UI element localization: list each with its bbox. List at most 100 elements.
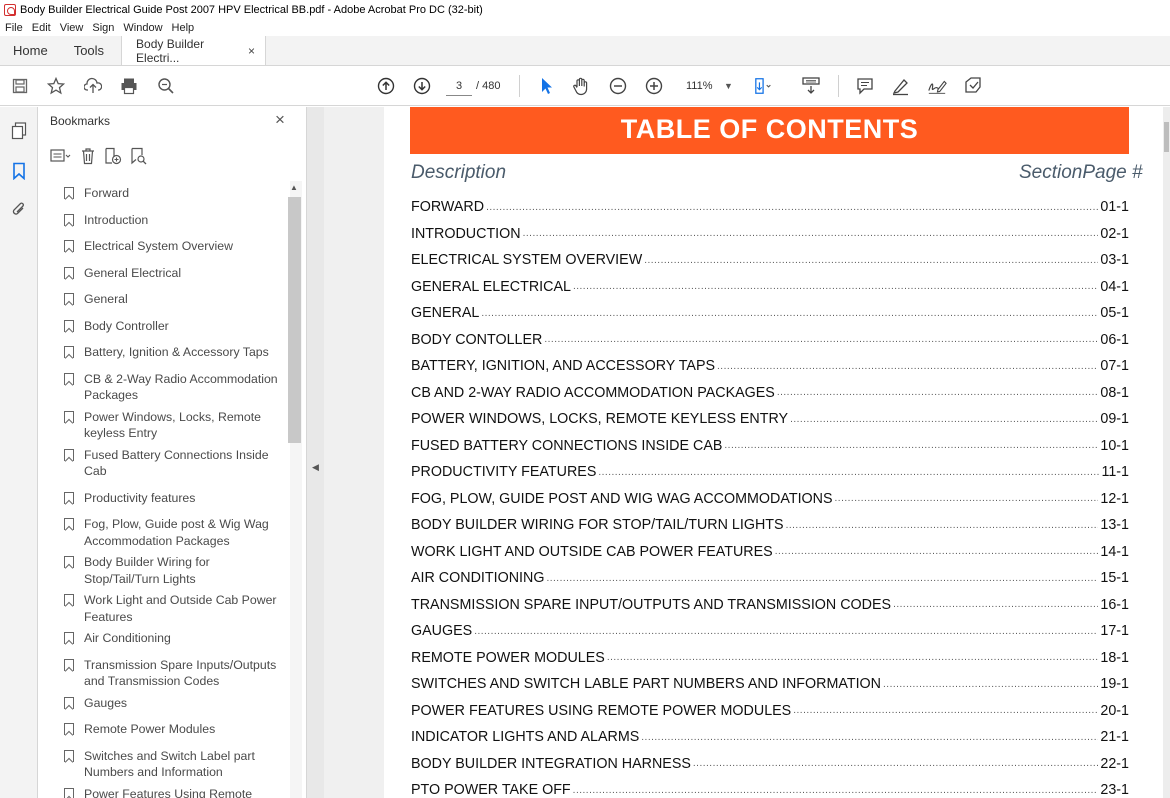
toc-entry[interactable]: FUSED BATTERY CONNECTIONS INSIDE CAB 10-1 — [411, 433, 1129, 460]
bookmark-item[interactable]: Power Windows, Locks, Remote keyless Ent… — [38, 404, 288, 442]
bookmark-item[interactable]: Transmission Spare Inputs/Outputs and Tr… — [38, 647, 288, 690]
print-icon[interactable] — [119, 76, 139, 96]
scroll-mode-icon[interactable] — [801, 76, 821, 96]
tab-home[interactable]: Home — [0, 36, 61, 65]
bookmark-item[interactable]: Battery, Ignition & Accessory Taps — [38, 334, 288, 361]
toc-entry[interactable]: WORK LIGHT AND OUTSIDE CAB POWER FEATURE… — [411, 539, 1129, 566]
bookmark-item[interactable]: Air Conditioning — [38, 625, 288, 647]
sign-icon[interactable] — [927, 76, 947, 96]
toc-entry-page: 14-1 — [1100, 543, 1129, 560]
bookmark-item[interactable]: CB & 2-Way Radio Accommodation Packages — [38, 361, 288, 404]
bookmark-item[interactable]: Body Builder Wiring for Stop/Tail/Turn L… — [38, 549, 288, 587]
toc-leader — [544, 335, 1098, 345]
toc-entry[interactable]: BODY BUILDER WIRING FOR STOP/TAIL/TURN L… — [411, 512, 1129, 539]
page-number-input[interactable]: 3 — [446, 76, 472, 96]
toc-leader — [607, 653, 1099, 663]
toc-entry[interactable]: FORWARD 01-1 — [411, 194, 1129, 221]
bookmarks-scroll-thumb[interactable] — [288, 197, 301, 443]
bookmark-item[interactable]: Productivity features — [38, 480, 288, 507]
tag-icon[interactable] — [963, 76, 983, 96]
collapse-panel-icon[interactable]: ◀ — [312, 462, 319, 473]
toc-entry[interactable]: REMOTE POWER MODULES 18-1 — [411, 645, 1129, 672]
document-scroll-thumb[interactable] — [1164, 122, 1169, 152]
next-page-icon[interactable] — [412, 76, 432, 96]
toc-entry-page: 22-1 — [1100, 755, 1129, 772]
toc-entry-page: 20-1 — [1100, 702, 1129, 719]
prev-page-icon[interactable] — [376, 76, 396, 96]
menu-window[interactable]: Window — [123, 22, 162, 34]
toc-entry-page: 10-1 — [1100, 437, 1129, 454]
menu-view[interactable]: View — [60, 22, 84, 34]
bookmark-item[interactable]: Power Features Using Remote Power Module… — [38, 781, 288, 798]
upload-icon[interactable] — [83, 76, 103, 96]
tab-document-label: Body Builder Electri... — [136, 36, 205, 65]
page-display-icon[interactable] — [754, 76, 774, 96]
menu-edit[interactable]: Edit — [32, 22, 51, 34]
bookmark-item[interactable]: General Electrical — [38, 255, 288, 282]
bookmark-panel-icon[interactable] — [9, 161, 29, 181]
toc-entry[interactable]: TRANSMISSION SPARE INPUT/OUTPUTS AND TRA… — [411, 592, 1129, 619]
zoom-search-icon[interactable] — [156, 76, 176, 96]
toc-entry[interactable]: GENERAL 05-1 — [411, 300, 1129, 327]
zoom-level-select[interactable]: 111% — [686, 76, 713, 96]
toc-entry[interactable]: INTRODUCTION 02-1 — [411, 221, 1129, 248]
toc-entry[interactable]: BODY BUILDER INTEGRATION HARNESS 22-1 — [411, 751, 1129, 778]
toc-entry[interactable]: AIR CONDITIONING 15-1 — [411, 565, 1129, 592]
panel-splitter[interactable] — [307, 107, 324, 798]
tab-tools[interactable]: Tools — [61, 36, 117, 65]
delete-bookmark-icon[interactable] — [80, 147, 96, 169]
toc-entry[interactable]: GAUGES 17-1 — [411, 618, 1129, 645]
zoom-in-icon[interactable] — [644, 76, 664, 96]
bookmark-item[interactable]: Gauges — [38, 690, 288, 712]
menu-file[interactable]: File — [5, 22, 23, 34]
toc-entry[interactable]: ELECTRICAL SYSTEM OVERVIEW 03-1 — [411, 247, 1129, 274]
bookmark-item[interactable]: Switches and Switch Label part Numbers a… — [38, 738, 288, 781]
bookmark-item[interactable]: Electrical System Overview — [38, 228, 288, 255]
tab-close-icon[interactable]: × — [248, 44, 255, 58]
toc-entry[interactable]: CB AND 2-WAY RADIO ACCOMMODATION PACKAGE… — [411, 380, 1129, 407]
menu-sign[interactable]: Sign — [92, 22, 114, 34]
toc-entry[interactable]: SWITCHES AND SWITCH LABLE PART NUMBERS A… — [411, 671, 1129, 698]
highlight-icon[interactable] — [891, 76, 911, 96]
close-icon[interactable]: × — [275, 110, 285, 130]
bookmark-item[interactable]: Fused Battery Connections Inside Cab — [38, 442, 288, 480]
toc-entry-title: WORK LIGHT AND OUTSIDE CAB POWER FEATURE… — [411, 543, 773, 560]
toc-entry-page: 06-1 — [1100, 331, 1129, 348]
toc-entry[interactable]: FOG, PLOW, GUIDE POST AND WIG WAG ACCOMM… — [411, 486, 1129, 513]
star-icon[interactable] — [46, 76, 66, 96]
zoom-out-icon[interactable] — [608, 76, 628, 96]
bookmark-item[interactable]: Fog, Plow, Guide post & Wig Wag Accommod… — [38, 506, 288, 549]
bookmark-item[interactable]: Work Light and Outside Cab Power Feature… — [38, 587, 288, 625]
tab-document[interactable]: Body Builder Electri... × — [121, 36, 267, 65]
toc-entry-page: 12-1 — [1100, 490, 1129, 507]
bookmark-options-icon[interactable] — [50, 148, 72, 168]
bookmark-item[interactable]: Forward — [38, 181, 288, 202]
save-icon[interactable] — [10, 76, 30, 96]
page-thumbnails-icon[interactable] — [9, 121, 29, 141]
document-scrollbar[interactable] — [1163, 107, 1170, 798]
search-bookmark-icon[interactable] — [130, 147, 148, 169]
select-cursor-icon[interactable] — [536, 76, 556, 96]
attachments-icon[interactable] — [9, 199, 29, 219]
comment-icon[interactable] — [855, 76, 875, 96]
bookmark-item[interactable]: Body Controller — [38, 308, 288, 335]
toc-entry[interactable]: POWER FEATURES USING REMOTE POWER MODULE… — [411, 698, 1129, 725]
toc-entry[interactable]: BATTERY, IGNITION, AND ACCESSORY TAPS 07-… — [411, 353, 1129, 380]
bookmarks-panel: Bookmarks × Forward Introduction Electri… — [38, 107, 307, 798]
toc-entry[interactable]: PRODUCTIVITY FEATURES 11-1 — [411, 459, 1129, 486]
bookmark-label: Air Conditioning — [84, 631, 171, 645]
bookmark-item[interactable]: Introduction — [38, 202, 288, 229]
toc-entry[interactable]: BODY CONTOLLER 06-1 — [411, 327, 1129, 354]
toc-entry[interactable]: INDICATOR LIGHTS AND ALARMS 21-1 — [411, 724, 1129, 751]
hand-icon[interactable] — [571, 76, 591, 96]
toc-entry[interactable]: POWER WINDOWS, LOCKS, REMOTE KEYLESS ENT… — [411, 406, 1129, 433]
scroll-up-icon[interactable]: ▲ — [290, 183, 298, 192]
toc-entry[interactable]: GENERAL ELECTRICAL 04-1 — [411, 274, 1129, 301]
chevron-down-icon[interactable]: ▼ — [724, 76, 733, 96]
bookmark-item[interactable]: Remote Power Modules — [38, 711, 288, 738]
toc-entry[interactable]: PTO POWER TAKE OFF 23-1 — [411, 777, 1129, 798]
add-bookmark-icon[interactable] — [104, 147, 122, 169]
toc-leader — [724, 441, 1098, 451]
bookmark-item[interactable]: General — [38, 281, 288, 308]
menu-help[interactable]: Help — [172, 22, 195, 34]
